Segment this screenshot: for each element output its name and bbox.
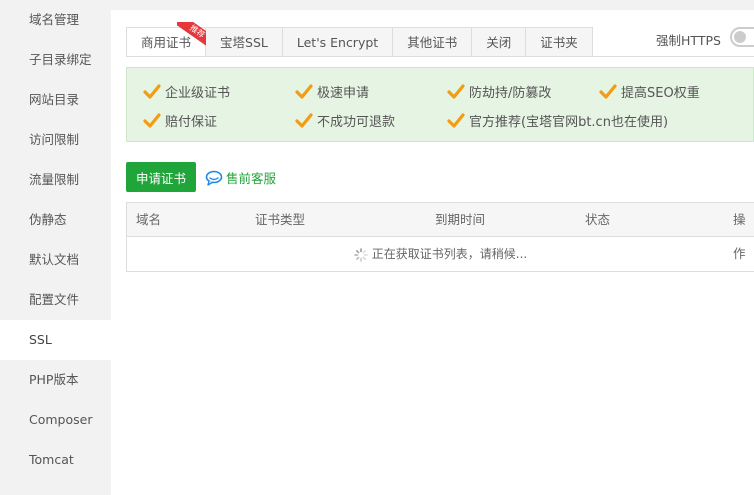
- sidebar-item-site-directory[interactable]: 网站目录: [0, 80, 111, 120]
- tabs-divider: [126, 56, 754, 57]
- check-icon: [447, 112, 465, 128]
- presale-label: 售前客服: [226, 171, 277, 186]
- tab-cert-folder[interactable]: 证书夹: [526, 27, 593, 57]
- ssl-tabs: 商用证书 推荐 宝塔SSL Let's Encrypt 其他证书 关闭 证书夹: [126, 22, 593, 57]
- sidebar-item-config-file[interactable]: 配置文件: [0, 280, 111, 320]
- feature-label: 赔付保证: [165, 115, 218, 130]
- check-icon: [143, 112, 161, 128]
- loading-text: 正在获取证书列表，请稍候...: [371, 247, 528, 261]
- feature-item: 提高SEO权重: [599, 82, 700, 101]
- feature-label: 不成功可退款: [317, 115, 396, 130]
- feature-label: 官方推荐(宝塔官网bt.cn也在使用): [469, 115, 669, 130]
- tab-baota-ssl[interactable]: 宝塔SSL: [206, 27, 283, 57]
- table-header: 域名 证书类型 到期时间 状态 操作: [127, 203, 754, 261]
- column-header-status: 状态: [585, 212, 611, 227]
- column-header-cert-type: 证书类型: [255, 212, 306, 227]
- sidebar-item-default-doc[interactable]: 默认文档: [0, 240, 111, 280]
- sidebar-item-composer[interactable]: Composer: [0, 400, 111, 440]
- apply-cert-button[interactable]: 申请证书: [126, 162, 196, 192]
- feature-label: 提高SEO权重: [621, 86, 700, 101]
- feature-label: 极速申请: [317, 86, 370, 101]
- feature-highlights: 企业级证书 极速申请 防劫持/防篡改 提高SEO权重 赔付保证 不成功可退款 官…: [126, 67, 754, 142]
- settings-sidebar: 域名管理 子目录绑定 网站目录 访问限制 流量限制 伪静态 默认文档 配置文件 …: [0, 0, 111, 495]
- feature-item: 企业级证书: [143, 82, 230, 101]
- sidebar-item-php-version[interactable]: PHP版本: [0, 360, 111, 400]
- loading-spinner-icon: [353, 247, 368, 262]
- feature-item: 不成功可退款: [295, 111, 395, 130]
- feature-item: 防劫持/防篡改: [447, 82, 551, 101]
- column-header-expiry: 到期时间: [435, 212, 486, 227]
- chat-bubble-icon: [205, 170, 223, 186]
- feature-item: 赔付保证: [143, 111, 217, 130]
- sidebar-item-access-limit[interactable]: 访问限制: [0, 120, 111, 160]
- check-icon: [295, 112, 313, 128]
- sidebar-item-domain[interactable]: 域名管理: [0, 0, 111, 40]
- sidebar-item-tomcat[interactable]: Tomcat: [0, 440, 111, 480]
- feature-item: 官方推荐(宝塔官网bt.cn也在使用): [447, 111, 668, 130]
- sidebar-item-subdir-binding[interactable]: 子目录绑定: [0, 40, 111, 80]
- check-icon: [599, 83, 617, 99]
- table-loading-row: 正在获取证书列表，请稍候...: [127, 237, 754, 271]
- tab-lets-encrypt[interactable]: Let's Encrypt: [282, 27, 394, 57]
- top-strip: [111, 0, 754, 10]
- feature-item: 极速申请: [295, 82, 369, 101]
- force-https-toggle[interactable]: [730, 27, 754, 47]
- feature-label: 企业级证书: [165, 86, 231, 101]
- force-https-label: 强制HTTPS: [656, 33, 721, 48]
- sidebar-item-traffic-limit[interactable]: 流量限制: [0, 160, 111, 200]
- check-icon: [447, 83, 465, 99]
- sidebar-item-rewrite[interactable]: 伪静态: [0, 200, 111, 240]
- sidebar-item-ssl[interactable]: SSL: [0, 320, 111, 360]
- cert-table: 域名 证书类型 到期时间 状态 操作 正在获取证书列表，请稍候...: [126, 202, 754, 272]
- column-header-domain: 域名: [136, 212, 162, 227]
- presale-support-link[interactable]: 售前客服: [205, 168, 276, 187]
- check-icon: [295, 83, 313, 99]
- check-icon: [143, 83, 161, 99]
- tab-commercial-cert[interactable]: 商用证书 推荐: [126, 22, 214, 57]
- feature-label: 防劫持/防篡改: [469, 86, 552, 101]
- tab-close[interactable]: 关闭: [472, 27, 527, 57]
- tab-other-cert[interactable]: 其他证书: [393, 27, 473, 57]
